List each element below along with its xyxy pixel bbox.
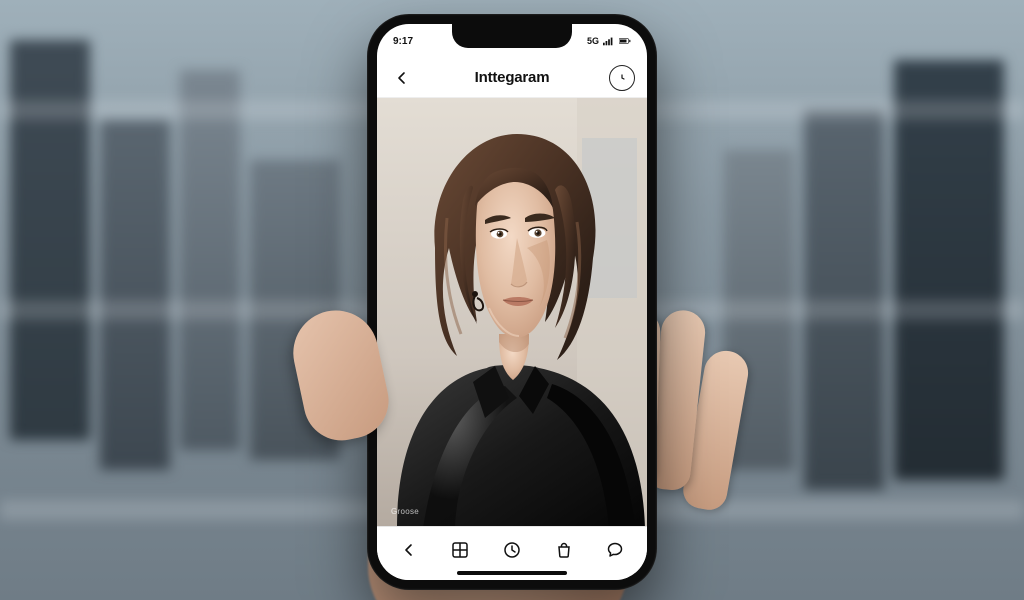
back-button[interactable]: [389, 65, 415, 91]
nav-messages-button[interactable]: [604, 539, 626, 561]
nav-shop-button[interactable]: [553, 539, 575, 561]
chevron-left-icon: [396, 71, 408, 85]
smartphone: 9:17 5G Inttegaram: [367, 14, 657, 590]
phone-screen: 9:17 5G Inttegaram: [377, 24, 647, 580]
nav-reels-button[interactable]: [501, 539, 523, 561]
clock-icon: [616, 72, 628, 84]
chevron-left-icon: [401, 542, 417, 558]
status-network: 5G: [587, 36, 599, 46]
scene: 9:17 5G Inttegaram: [0, 0, 1024, 600]
home-indicator[interactable]: [457, 571, 567, 575]
chat-icon: [606, 541, 624, 559]
photo-watermark: Groose: [391, 507, 419, 516]
signal-icon: [603, 36, 615, 46]
options-button[interactable]: [609, 65, 635, 91]
app-title: Inttegaram: [475, 69, 550, 86]
nav-feed-button[interactable]: [449, 539, 471, 561]
clock-outline-icon: [503, 541, 521, 559]
status-time: 9:17: [393, 36, 413, 47]
phone-notch: [452, 24, 572, 48]
nav-back-button[interactable]: [398, 539, 420, 561]
grid-icon: [451, 541, 469, 559]
bottom-nav-bar: [377, 526, 647, 580]
bag-icon: [555, 541, 573, 559]
portrait-illustration: [377, 98, 647, 528]
post-photo[interactable]: Groose: [377, 98, 647, 528]
top-nav-bar: Inttegaram: [377, 58, 647, 98]
status-indicators: 5G: [587, 36, 631, 46]
battery-icon: [619, 36, 631, 46]
